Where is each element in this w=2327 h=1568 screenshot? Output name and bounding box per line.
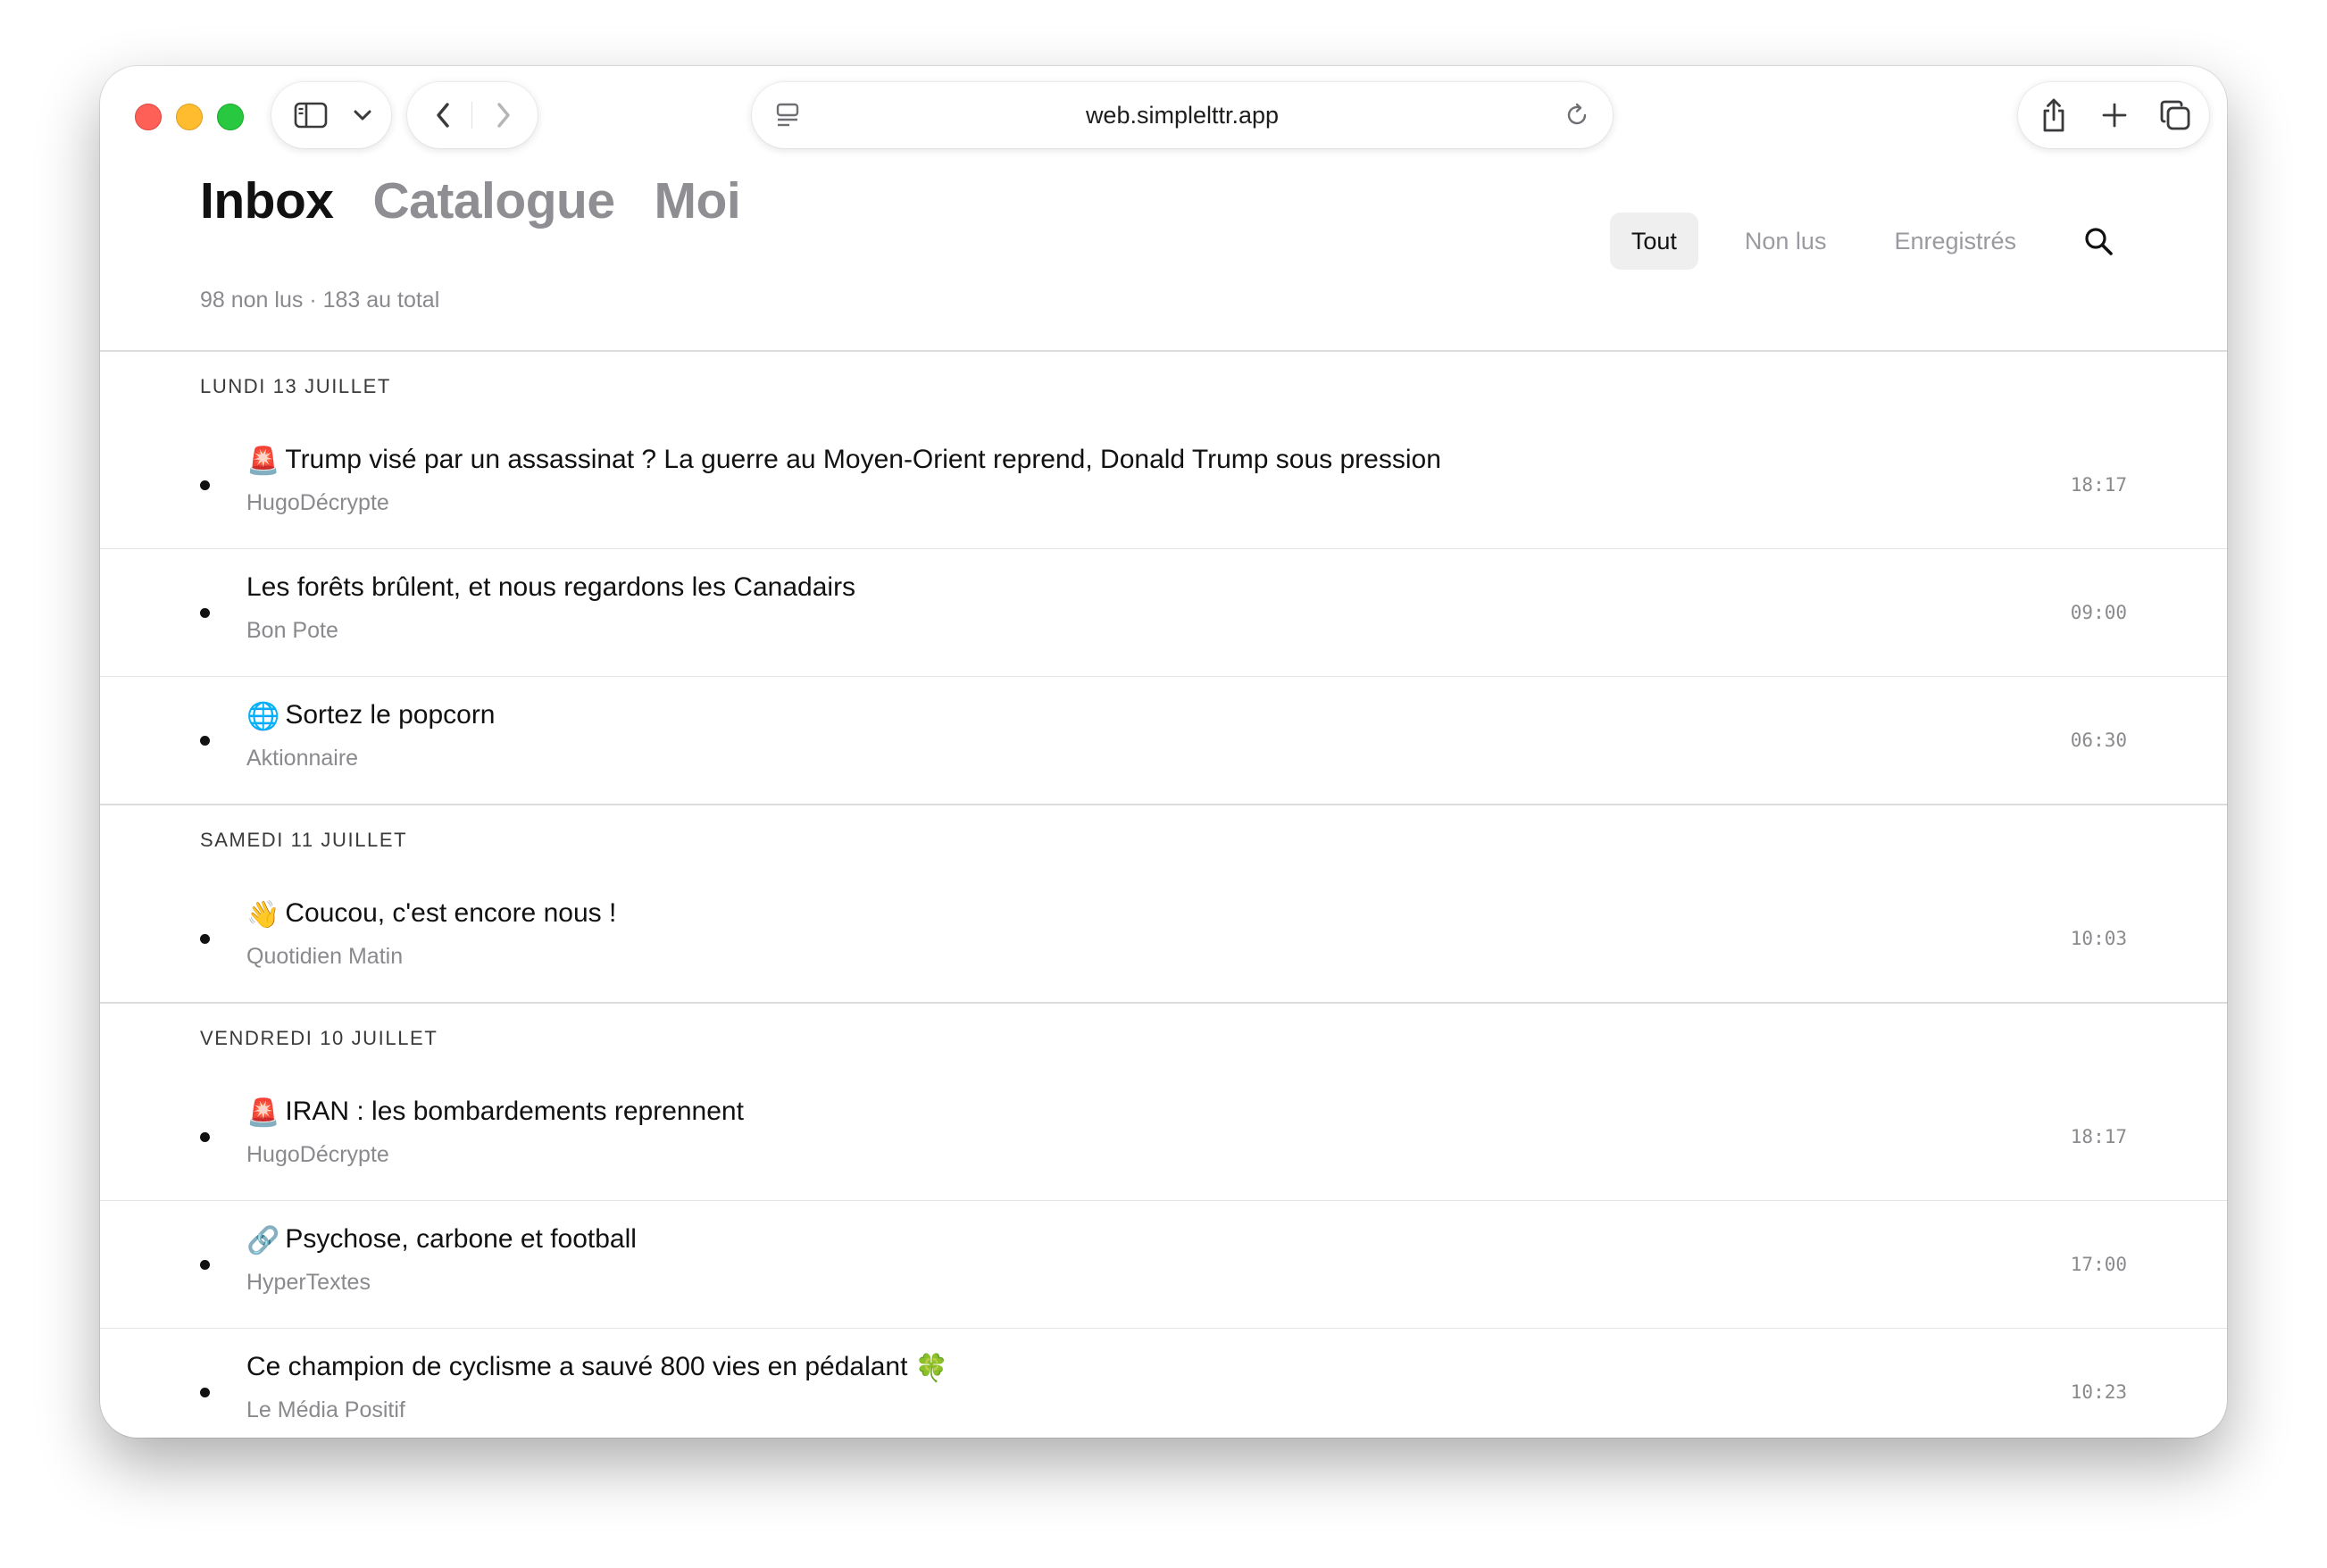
unread-dot — [200, 608, 210, 618]
search-button[interactable] — [2070, 213, 2127, 270]
tab-group-dropdown-button[interactable] — [343, 82, 382, 148]
item-source: Le Média Positif — [246, 1397, 405, 1422]
browser-toolbar: web.simplelttr.app — [100, 66, 2227, 164]
list-item[interactable]: 🚨 IRAN : les bombardements reprennent Hug… — [100, 1073, 2227, 1200]
date-group-label: Lundi 13 juillet — [200, 375, 391, 397]
emoji-link: 🔗 — [246, 1226, 280, 1255]
back-button[interactable] — [416, 82, 470, 148]
sidebar-icon — [294, 102, 328, 129]
item-time: 10:23 — [2070, 1381, 2127, 1403]
share-icon — [2043, 98, 2064, 132]
chevron-down-icon — [354, 110, 371, 121]
unread-dot — [200, 1388, 210, 1397]
unread-dot — [200, 1132, 210, 1142]
item-title: 🚨 Trump visé par un assassinat ? La guerr… — [246, 438, 1441, 482]
item-time: 10:03 — [2070, 928, 2127, 949]
navigation-group — [407, 82, 538, 148]
list-item[interactable]: 👋 Coucou, c'est encore nous ! Quotidien M… — [100, 875, 2227, 1002]
close-window-button[interactable] — [135, 104, 162, 130]
item-title: 🔗 Psychose, carbone et football — [246, 1217, 637, 1262]
browser-actions-group — [2018, 82, 2209, 148]
new-tab-button[interactable] — [2086, 82, 2143, 148]
item-title: Ce champion de cyclisme a sauvé 800 vies… — [246, 1345, 954, 1389]
address-bar[interactable]: web.simplelttr.app — [752, 82, 1613, 148]
minimize-window-button[interactable] — [176, 104, 203, 130]
item-time: 18:17 — [2070, 474, 2127, 496]
item-source: HugoDécrypte — [246, 490, 389, 515]
browser-window: web.simplelttr.app Inbox Catalogue Moi 9… — [100, 66, 2227, 1438]
reload-icon — [1567, 103, 1587, 125]
filter-saved[interactable]: Enregistrés — [1872, 213, 2038, 270]
filter-all[interactable]: Tout — [1609, 213, 1698, 270]
list-item[interactable]: 🚨 Trump visé par un assassinat ? La guerr… — [100, 421, 2227, 548]
inbox-counts: 98 non lus · 183 au total — [200, 288, 440, 313]
newsletter-list: Lundi 13 juillet 🚨 Trump visé par un assa… — [100, 350, 2227, 1438]
emoji-siren: 🚨 — [246, 446, 280, 476]
tab-catalogue[interactable]: Catalogue — [373, 171, 616, 230]
item-source: Quotidien Matin — [246, 944, 404, 969]
unread-dot — [200, 1260, 210, 1270]
item-time: 17:00 — [2070, 1254, 2127, 1275]
nav-separator — [471, 102, 472, 129]
list-item[interactable]: 🌐 Sortez le popcorn Aktionnaire 06:30 — [100, 677, 2227, 804]
forward-button[interactable] — [477, 82, 530, 148]
search-icon — [2085, 228, 2113, 255]
chevron-left-icon — [437, 103, 449, 128]
unread-dot — [200, 736, 210, 746]
item-title: 👋 Coucou, c'est encore nous ! — [246, 891, 616, 936]
emoji-four-leaf-clover: 🍀 — [914, 1354, 949, 1383]
unread-dot — [200, 480, 210, 490]
item-source: Aktionnaire — [246, 746, 359, 771]
item-time: 18:17 — [2070, 1126, 2127, 1147]
unread-dot — [200, 934, 210, 944]
filter-unread[interactable]: Non lus — [1723, 213, 1848, 270]
tab-inbox[interactable]: Inbox — [200, 171, 334, 230]
plus-icon — [2102, 103, 2127, 128]
sidebar-toggle-button[interactable] — [284, 82, 338, 148]
list-item[interactable]: 🔗 Psychose, carbone et football HyperText… — [100, 1201, 2227, 1328]
list-item[interactable]: Ce champion de cyclisme a sauvé 800 vies… — [100, 1329, 2227, 1438]
list-item[interactable]: Les forêts brûlent, et nous regardons le… — [100, 549, 2227, 676]
item-time: 06:30 — [2070, 730, 2127, 751]
item-source: HugoDécrypte — [246, 1142, 389, 1167]
filter-bar: Tout Non lus Enregistrés — [1585, 213, 2127, 270]
share-button[interactable] — [2025, 82, 2082, 148]
item-source: Bon Pote — [246, 618, 338, 643]
item-title: Les forêts brûlent, et nous regardons le… — [246, 572, 856, 602]
item-title: 🌐 Sortez le popcorn — [246, 693, 496, 738]
chevron-right-icon — [497, 103, 510, 128]
reload-button[interactable] — [1554, 82, 1600, 148]
tab-overview-button[interactable] — [2147, 82, 2204, 148]
emoji-globe: 🌐 — [246, 702, 280, 731]
tabs-overview-icon — [2160, 100, 2190, 130]
emoji-waving-hand: 👋 — [246, 900, 280, 930]
date-group-label: Vendredi 10 juillet — [200, 1027, 438, 1049]
screen: web.simplelttr.app Inbox Catalogue Moi 9… — [0, 0, 2327, 1568]
sidebar-toggle-group — [271, 82, 391, 148]
emoji-siren: 🚨 — [246, 1098, 280, 1128]
zoom-window-button[interactable] — [217, 104, 244, 130]
item-title: 🚨 IRAN : les bombardements reprennent — [246, 1089, 744, 1134]
tab-moi[interactable]: Moi — [655, 171, 741, 230]
item-time: 09:00 — [2070, 602, 2127, 623]
date-group-label: Samedi 11 juillet — [200, 829, 408, 851]
url-text: web.simplelttr.app — [1085, 102, 1280, 129]
item-source: HyperTextes — [246, 1270, 371, 1295]
main-nav-tabs: Inbox Catalogue Moi — [200, 171, 780, 243]
